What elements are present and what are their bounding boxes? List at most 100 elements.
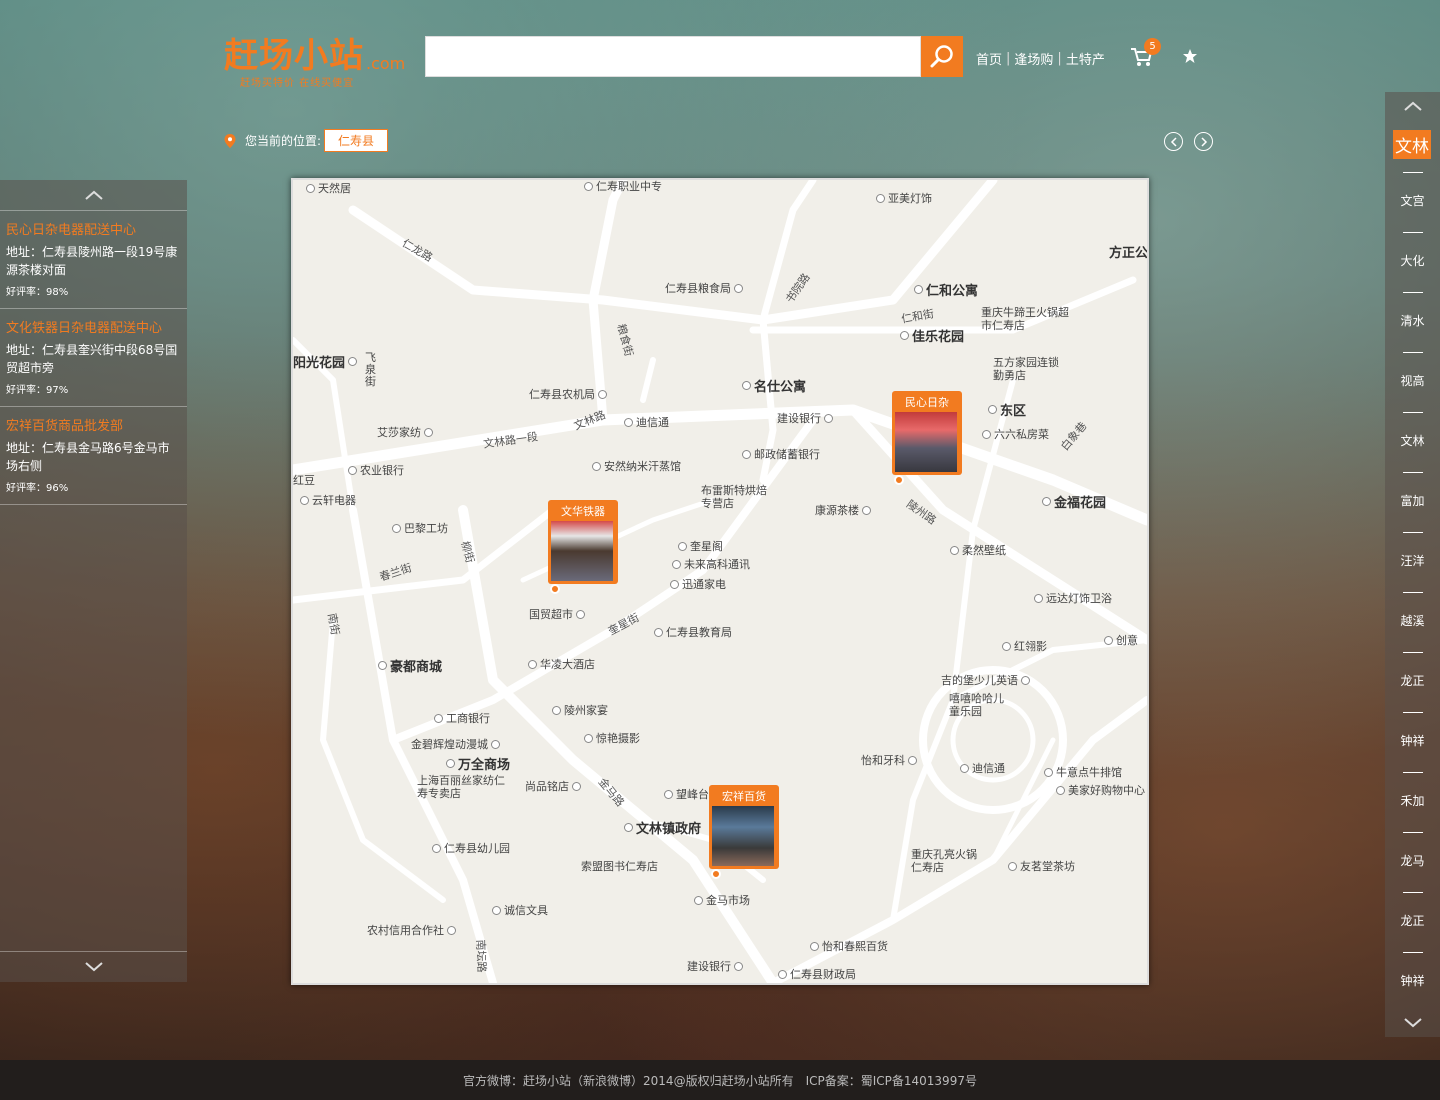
map-poi[interactable]: 怡和牙科 xyxy=(861,752,920,768)
shop-name[interactable]: 宏祥百货商品批发部 xyxy=(6,415,181,434)
town-item[interactable]: 龙马 xyxy=(1385,824,1440,884)
star-icon[interactable] xyxy=(1182,48,1198,64)
map-poi[interactable]: 索盟图书仁寿店 xyxy=(581,858,658,874)
map-poi[interactable]: 金马市场 xyxy=(691,892,750,908)
map-poi[interactable]: 迪信通 xyxy=(957,760,1005,776)
shop-name[interactable]: 文化铁器日杂电器配送中心 xyxy=(6,317,181,336)
town-item[interactable]: 文宫 xyxy=(1385,164,1440,224)
town-list-scroll-down[interactable] xyxy=(1385,1009,1440,1037)
map-poi[interactable]: 红翎影 xyxy=(999,638,1047,654)
map-poi[interactable]: 建设银行 xyxy=(777,410,836,426)
shop-item[interactable]: 民心日杂电器配送中心 地址：仁寿县陵州路一段19号康源茶楼对面 好评率：98% xyxy=(0,210,187,308)
map-poi[interactable]: 红豆 xyxy=(293,472,315,488)
map-poi[interactable]: 名仕公寓 xyxy=(739,376,806,395)
town-item[interactable]: 钟祥 xyxy=(1385,704,1440,764)
map-poi[interactable]: 天然居 xyxy=(303,180,351,196)
map-poi[interactable]: 工商银行 xyxy=(431,710,490,726)
map-poi[interactable]: 上海百丽丝家纺仁寿专卖店 xyxy=(417,774,513,800)
location-selector[interactable]: 仁寿县 xyxy=(324,129,389,152)
town-item[interactable]: 文林 xyxy=(1385,404,1440,464)
map-marker-minxin[interactable]: 民心日杂 xyxy=(892,391,962,485)
map-poi[interactable]: 嘻嘻哈哈儿童乐园 xyxy=(949,692,1009,718)
map-poi[interactable]: 诚信文具 xyxy=(489,902,548,918)
map-poi[interactable]: 安然纳米汗蒸馆 xyxy=(589,458,681,474)
map-poi[interactable]: 仁寿职业中专 xyxy=(581,180,662,194)
map-view[interactable]: 仁龙路 书院路 仁和街 粮食街 文林路一段 文林路 陵州路 白象巷 柳街 春兰街… xyxy=(291,178,1149,985)
map-poi[interactable]: 仁寿县粮食局 xyxy=(665,280,746,296)
town-item-active[interactable]: 文林 xyxy=(1385,128,1440,164)
map-poi[interactable]: 佳乐花园 xyxy=(897,326,964,345)
site-logo[interactable]: 赶场小站 .com 赶场买特价 在线买便宜 xyxy=(224,26,406,89)
map-poi[interactable]: 重庆孔亮火锅仁寿店 xyxy=(911,848,981,874)
map-poi[interactable]: 仁寿县幼儿园 xyxy=(429,840,510,856)
prev-button[interactable] xyxy=(1164,132,1183,151)
map-poi[interactable]: 仁寿县财政局 xyxy=(775,966,856,982)
shop-item[interactable]: 宏祥百货商品批发部 地址：仁寿县金马路6号金马市场右侧 好评率：96% xyxy=(0,406,187,505)
map-poi[interactable]: 文林镇政府 xyxy=(621,818,701,837)
map-poi[interactable]: 六六私房菜 xyxy=(979,426,1049,442)
map-poi[interactable]: 巴黎工坊 xyxy=(389,520,448,536)
map-poi[interactable]: 东区 xyxy=(985,400,1026,419)
map-poi[interactable]: 陵州家宴 xyxy=(549,702,608,718)
map-poi[interactable]: 迪信通 xyxy=(621,414,669,430)
map-poi[interactable]: 康源茶楼 xyxy=(815,502,874,518)
map-poi[interactable]: 仁寿县教育局 xyxy=(651,624,732,640)
map-poi[interactable]: 农业银行 xyxy=(345,462,404,478)
map-poi[interactable]: 尚品铭店 xyxy=(525,778,584,794)
town-item[interactable]: 龙正 xyxy=(1385,884,1440,944)
map-poi[interactable]: 华凌大酒店 xyxy=(525,656,595,672)
map-poi[interactable]: 建设银行 xyxy=(687,958,746,974)
town-item[interactable]: 禾加 xyxy=(1385,764,1440,824)
shop-list-scroll-down[interactable] xyxy=(0,951,187,982)
search-button[interactable] xyxy=(921,36,963,77)
map-poi[interactable]: 五方家园连锁勤勇店 xyxy=(993,356,1063,382)
town-item[interactable]: 富加 xyxy=(1385,464,1440,524)
map-poi[interactable]: 艾莎家纺 xyxy=(377,424,436,440)
map-poi[interactable]: 豪都商城 xyxy=(375,656,442,675)
map-poi[interactable]: 布雷斯特烘焙专营店 xyxy=(701,484,771,510)
map-poi[interactable]: 创意 xyxy=(1101,632,1138,648)
map-poi[interactable]: 望峰台 xyxy=(661,786,709,802)
nav-fair-shopping[interactable]: 逢场购 xyxy=(1014,49,1053,68)
town-item[interactable]: 大化 xyxy=(1385,224,1440,284)
map-poi[interactable]: 柔然壁纸 xyxy=(947,542,1006,558)
town-item[interactable]: 清水 xyxy=(1385,284,1440,344)
map-poi[interactable]: 阳光花园 xyxy=(293,352,360,371)
map-poi[interactable]: 方正公 xyxy=(1109,242,1147,261)
town-item[interactable]: 龙正 xyxy=(1385,644,1440,704)
map-poi[interactable]: 吉的堡少儿英语 xyxy=(941,672,1033,688)
map-marker-wenhua[interactable]: 文华铁器 xyxy=(548,500,618,594)
map-poi[interactable]: 惊艳摄影 xyxy=(581,730,640,746)
map-poi[interactable]: 亚美灯饰 xyxy=(873,190,932,206)
map-poi[interactable]: 仁寿县农机局 xyxy=(529,386,610,402)
map-poi[interactable]: 金福花园 xyxy=(1039,492,1106,511)
town-list-scroll-up[interactable] xyxy=(1385,92,1440,120)
map-poi[interactable]: 邮政储蓄银行 xyxy=(739,446,820,462)
map-poi[interactable]: 奎星阁 xyxy=(675,538,723,554)
town-item[interactable]: 钟祥 xyxy=(1385,944,1440,988)
map-poi[interactable]: 云轩电器 xyxy=(297,492,356,508)
map-poi[interactable]: 金碧辉煌动漫城 xyxy=(411,736,503,752)
next-button[interactable] xyxy=(1194,132,1213,151)
search-input[interactable] xyxy=(425,36,921,77)
nav-local-products[interactable]: 土特产 xyxy=(1066,49,1105,68)
map-poi[interactable]: 远达灯饰卫浴 xyxy=(1031,590,1112,606)
map-poi[interactable]: 友茗堂茶坊 xyxy=(1005,858,1075,874)
map-poi[interactable]: 未来高科通讯 xyxy=(669,556,750,572)
shop-name[interactable]: 民心日杂电器配送中心 xyxy=(6,219,181,238)
map-poi[interactable]: 怡和春熙百货 xyxy=(807,938,888,954)
nav-home[interactable]: 首页 xyxy=(976,49,1002,68)
map-poi[interactable]: 飞泉街 xyxy=(365,352,379,388)
map-poi[interactable]: 迅通家电 xyxy=(667,576,726,592)
map-poi[interactable]: 国贸超市 xyxy=(529,606,588,622)
town-item[interactable]: 视高 xyxy=(1385,344,1440,404)
map-marker-hongxiang[interactable]: 宏祥百货 xyxy=(709,785,779,879)
town-item[interactable]: 越溪 xyxy=(1385,584,1440,644)
town-item[interactable]: 汪洋 xyxy=(1385,524,1440,584)
shop-item[interactable]: 文化铁器日杂电器配送中心 地址：仁寿县奎兴街中段68号国贸超市旁 好评率：97% xyxy=(0,308,187,406)
map-poi[interactable]: 万全商场 xyxy=(443,754,510,773)
map-poi[interactable]: 牛意点牛排馆 xyxy=(1041,764,1122,780)
shop-list-scroll-up[interactable] xyxy=(0,180,187,210)
map-poi[interactable]: 农村信用合作社 xyxy=(367,922,459,938)
map-poi[interactable]: 重庆牛蹄王火锅超市仁寿店 xyxy=(981,306,1071,332)
